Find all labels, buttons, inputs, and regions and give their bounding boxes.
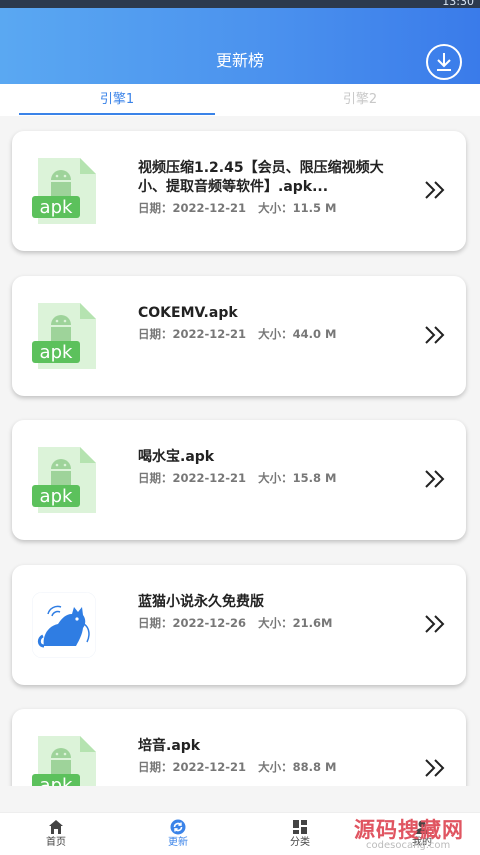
tab-engine-1[interactable]: 引擎1 (19, 92, 215, 108)
item-name: 视频压缩1.2.45【会员、限压缩视频大小、提取音频等软件】.apk... (138, 160, 384, 195)
apk-file-icon: apk (32, 158, 96, 224)
item-meta: 日期：2022-12-21 大小：44.0 M (138, 327, 336, 341)
tab-engine-2[interactable]: 引擎2 (262, 92, 458, 108)
size-label: 大小： (258, 327, 293, 341)
apk-label: apk (40, 342, 73, 363)
apk-label: apk (40, 486, 73, 507)
page-title: 更新榜 (215, 51, 264, 70)
apk-file-icon: apk (32, 303, 96, 369)
item-date: 2022-12-26 (172, 616, 247, 630)
item-size: 15.8 M (292, 471, 337, 485)
size-label: 大小： (258, 760, 293, 774)
list-item[interactable]: 蓝猫小说永久免费版 日期：2022-12-26 大小：21.6M (12, 565, 466, 685)
item-meta: 日期：2022-12-21 大小：15.8 M (138, 471, 336, 485)
watermark: 源码搜藏网 codesocang.com (354, 818, 480, 854)
item-meta: 日期：2022-12-21 大小：88.8 M (138, 760, 336, 774)
item-name: 蓝猫小说永久免费版 (138, 594, 264, 610)
item-date: 2022-12-21 (172, 471, 247, 485)
blue-cat-app-icon (32, 592, 96, 658)
item-size: 44.0 M (292, 327, 337, 341)
list-item[interactable]: apk COKEMV.apk 日期：2022-12-21 大小：44.0 M (12, 276, 466, 396)
item-meta: 日期：2022-12-21 大小：11.5 M (138, 201, 336, 215)
update-list[interactable]: apk 视频压缩1.2.45【会员、限压缩视频大小、提取音频等软件】.apk..… (0, 116, 480, 786)
item-date: 2022-12-21 (172, 327, 247, 341)
apk-label: apk (40, 775, 73, 786)
item-date: 2022-12-21 (172, 201, 247, 215)
apk-file-icon: apk (32, 736, 96, 786)
list-item[interactable]: apk 视频压缩1.2.45【会员、限压缩视频大小、提取音频等软件】.apk..… (12, 131, 466, 251)
double-chevron-right-icon[interactable] (424, 181, 446, 199)
size-label: 大小： (258, 201, 293, 215)
item-name: 喝水宝.apk (138, 449, 215, 465)
status-time: 13:30 (442, 0, 474, 8)
nav-update-label: 更新 (168, 837, 188, 848)
nav-update[interactable]: 更新 (148, 819, 208, 849)
date-label: 日期： (138, 616, 173, 630)
item-name: 培音.apk (138, 738, 201, 754)
nav-home-label: 首页 (46, 837, 66, 848)
watermark-domain: codesocang.com (366, 840, 451, 851)
status-bar: 13:30 (0, 0, 480, 8)
double-chevron-right-icon[interactable] (424, 326, 446, 344)
nav-category-label: 分类 (290, 837, 310, 848)
home-icon (49, 820, 63, 834)
item-size: 88.8 M (292, 760, 337, 774)
download-icon (437, 53, 451, 71)
size-label: 大小： (258, 616, 293, 630)
double-chevron-right-icon[interactable] (424, 470, 446, 488)
item-size: 21.6M (292, 616, 333, 630)
date-label: 日期： (138, 760, 173, 774)
refresh-icon (170, 819, 186, 835)
date-label: 日期： (138, 327, 173, 341)
nav-category[interactable]: 分类 (270, 819, 330, 849)
double-chevron-right-icon[interactable] (424, 759, 446, 777)
apk-file-icon: apk (32, 447, 96, 513)
header: 更新榜 (0, 8, 480, 84)
download-button[interactable] (426, 44, 462, 80)
nav-home[interactable]: 首页 (26, 819, 86, 849)
item-name: COKEMV.apk (138, 305, 238, 321)
apk-label: apk (40, 197, 73, 218)
category-icon (293, 820, 307, 834)
engine-tabs: 引擎1 引擎2 (0, 84, 480, 116)
list-item[interactable]: apk 喝水宝.apk 日期：2022-12-21 大小：15.8 M (12, 420, 466, 540)
item-meta: 日期：2022-12-26 大小：21.6M (138, 616, 332, 630)
date-label: 日期： (138, 201, 173, 215)
size-label: 大小： (258, 471, 293, 485)
double-chevron-right-icon[interactable] (424, 615, 446, 633)
active-tab-indicator (19, 113, 215, 115)
item-date: 2022-12-21 (172, 760, 247, 774)
date-label: 日期： (138, 471, 173, 485)
watermark-title: 源码搜藏网 (354, 818, 464, 842)
item-size: 11.5 M (292, 201, 337, 215)
list-item[interactable]: apk 培音.apk 日期：2022-12-21 大小：88.8 M (12, 709, 466, 786)
